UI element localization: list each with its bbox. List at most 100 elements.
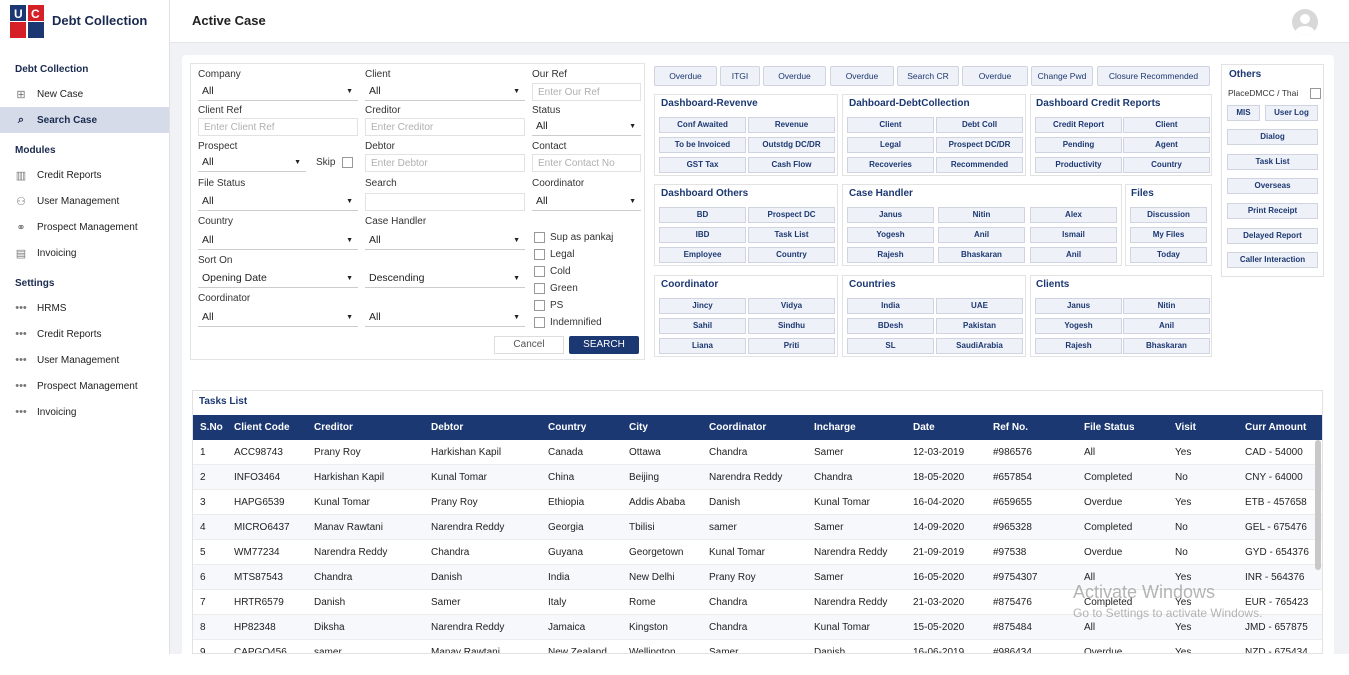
closure-recommended-button[interactable]: Closure Recommended	[1097, 66, 1210, 86]
print-receipt-button[interactable]: Print Receipt	[1227, 203, 1318, 219]
column-header[interactable]: Visit	[1175, 415, 1196, 440]
bd-button[interactable]: BD	[659, 207, 746, 223]
settings-item-user-management[interactable]: ••• User Management	[0, 347, 169, 373]
debt-coll-button[interactable]: Debt Coll	[936, 117, 1023, 133]
employee-button[interactable]: Employee	[659, 247, 746, 263]
checkbox-sup-as-pankaj[interactable]	[534, 232, 545, 243]
legal-button[interactable]: Legal	[847, 137, 934, 153]
client-button[interactable]: Client	[847, 117, 934, 133]
agent-button[interactable]: Agent	[1123, 137, 1210, 153]
change-password-button[interactable]: Change Pwd	[1031, 66, 1093, 86]
cash-flow-button[interactable]: Cash Flow	[748, 157, 835, 173]
column-header[interactable]: Ref No.	[993, 415, 1028, 440]
client-select[interactable]: All ▼	[365, 83, 525, 101]
settings-item-credit-reports[interactable]: ••• Credit Reports	[0, 321, 169, 347]
column-header[interactable]: File Status	[1084, 415, 1135, 440]
delayed-report-button[interactable]: Delayed Report	[1227, 228, 1318, 244]
quick-overdue-button[interactable]: Overdue	[654, 66, 717, 86]
search-input[interactable]	[365, 193, 525, 211]
our-ref-input[interactable]: Enter Our Ref	[532, 83, 641, 101]
column-header[interactable]: City	[629, 415, 648, 440]
skip-checkbox[interactable]	[342, 157, 353, 168]
revenue-button[interactable]: Revenue	[748, 117, 835, 133]
to-be-invoiced-button[interactable]: To be Invoiced	[659, 137, 746, 153]
creditor-input[interactable]: Enter Creditor	[365, 118, 525, 136]
sort-order-select[interactable]: Descending ▼	[365, 270, 525, 288]
case-handler-select[interactable]: All ▼	[365, 232, 525, 250]
checkbox-green[interactable]	[534, 283, 545, 294]
recommended-button[interactable]: Recommended	[936, 157, 1023, 173]
country-button[interactable]: Country	[748, 247, 835, 263]
mis-button[interactable]: MIS	[1227, 105, 1260, 121]
column-header[interactable]: Country	[548, 415, 586, 440]
dialog-button[interactable]: Dialog	[1227, 129, 1318, 145]
client-ref-input[interactable]: Enter Client Ref	[198, 118, 358, 136]
gst-tax-button[interactable]: GST Tax	[659, 157, 746, 173]
coordinator-liana-button[interactable]: Liana	[659, 338, 746, 354]
table-row[interactable]: 5 WM77234 Narendra Reddy Chandra Guyana Georg…	[193, 540, 1322, 565]
prospect-dc-button[interactable]: Prospect DC	[748, 207, 835, 223]
handler-janus-button[interactable]: Janus	[847, 207, 934, 223]
my-files-button[interactable]: My Files	[1130, 227, 1207, 243]
pending-button[interactable]: Pending	[1035, 137, 1122, 153]
contact-input[interactable]: Enter Contact No	[532, 154, 641, 172]
column-header[interactable]: Curr Amount	[1245, 415, 1306, 440]
column-header[interactable]: Coordinator	[709, 415, 766, 440]
sidebar-item-credit-reports[interactable]: ▥ Credit Reports	[0, 162, 169, 188]
table-row[interactable]: 4 MICRO6437 Manav Rawtani Narendra Reddy Geo…	[193, 515, 1322, 540]
coordinator-sindhu-button[interactable]: Sindhu	[748, 318, 835, 334]
handler-bhaskaran-button[interactable]: Bhaskaran	[938, 247, 1025, 263]
discussion-button[interactable]: Discussion	[1130, 207, 1207, 223]
checkbox-legal[interactable]	[534, 249, 545, 260]
coordinator3-select[interactable]: All ▼	[365, 309, 525, 327]
client-anil-button[interactable]: Anil	[1123, 318, 1210, 334]
quick-overdue-button[interactable]: Overdue	[830, 66, 894, 86]
column-header[interactable]: S.No	[200, 415, 223, 440]
status-select[interactable]: All ▼	[532, 118, 641, 136]
handler-rajesh-button[interactable]: Rajesh	[847, 247, 934, 263]
caller-interaction-button[interactable]: Caller Interaction	[1227, 252, 1318, 268]
handler-yogesh-button[interactable]: Yogesh	[847, 227, 934, 243]
credit-report-button[interactable]: Credit Report	[1035, 117, 1122, 133]
place-dmcc-checkbox[interactable]	[1310, 88, 1321, 99]
checkbox-ps[interactable]	[534, 300, 545, 311]
sort-on-select[interactable]: Opening Date ▼	[198, 270, 358, 288]
sidebar-item-invoicing[interactable]: ▤ Invoicing	[0, 240, 169, 266]
avatar[interactable]	[1292, 9, 1318, 35]
coordinator-sahil-button[interactable]: Sahil	[659, 318, 746, 334]
prospect-dcdr-button[interactable]: Prospect DC/DR	[936, 137, 1023, 153]
company-select[interactable]: All ▼	[198, 83, 358, 101]
recoveries-button[interactable]: Recoveries	[847, 157, 934, 173]
conf-awaited-button[interactable]: Conf Awaited	[659, 117, 746, 133]
task-list-button[interactable]: Task List	[748, 227, 835, 243]
client-nitin-button[interactable]: Nitin	[1123, 298, 1210, 314]
debtor-input[interactable]: Enter Debtor	[365, 154, 525, 172]
settings-item-hrms[interactable]: ••• HRMS	[0, 295, 169, 321]
sidebar-item-user-management[interactable]: ⚇ User Management	[0, 188, 169, 214]
today-button[interactable]: Today	[1130, 247, 1207, 263]
overseas-button[interactable]: Overseas	[1227, 178, 1318, 194]
country-saudiarabia-button[interactable]: SaudiArabia	[936, 338, 1023, 354]
sidebar-item-new-case[interactable]: ⊞ New Case	[0, 81, 169, 107]
search-button[interactable]: SEARCH	[569, 336, 639, 354]
coordinator-jincy-button[interactable]: Jincy	[659, 298, 746, 314]
cancel-button[interactable]: Cancel	[494, 336, 564, 354]
table-row[interactable]: 9 CAPGO456 samer Manav Rawtani New Zealand We…	[193, 640, 1322, 653]
table-row[interactable]: 3 HAPG6539 Kunal Tomar Prany Roy Ethiopia Add…	[193, 490, 1322, 515]
country-pakistan-button[interactable]: Pakistan	[936, 318, 1023, 334]
outstdg-dcdr-button[interactable]: Outstdg DC/DR	[748, 137, 835, 153]
column-header[interactable]: Debtor	[431, 415, 463, 440]
settings-item-invoicing[interactable]: ••• Invoicing	[0, 399, 169, 425]
coordinator2-select[interactable]: All ▼	[198, 309, 358, 327]
table-row[interactable]: 1 ACC98743 Prany Roy Harkishan Kapil Canada O…	[193, 440, 1322, 465]
checkbox-cold[interactable]	[534, 266, 545, 277]
handler-nitin-button[interactable]: Nitin	[938, 207, 1025, 223]
user-log-button[interactable]: User Log	[1265, 105, 1318, 121]
table-scrollbar[interactable]	[1315, 440, 1321, 570]
client-yogesh-button[interactable]: Yogesh	[1035, 318, 1122, 334]
client-button[interactable]: Client	[1123, 117, 1210, 133]
settings-item-prospect-management[interactable]: ••• Prospect Management	[0, 373, 169, 399]
quick-overdue-button[interactable]: Overdue	[763, 66, 826, 86]
table-row[interactable]: 2 INFO3464 Harkishan Kapil Kunal Tomar China…	[193, 465, 1322, 490]
country-bdesh-button[interactable]: BDesh	[847, 318, 934, 334]
